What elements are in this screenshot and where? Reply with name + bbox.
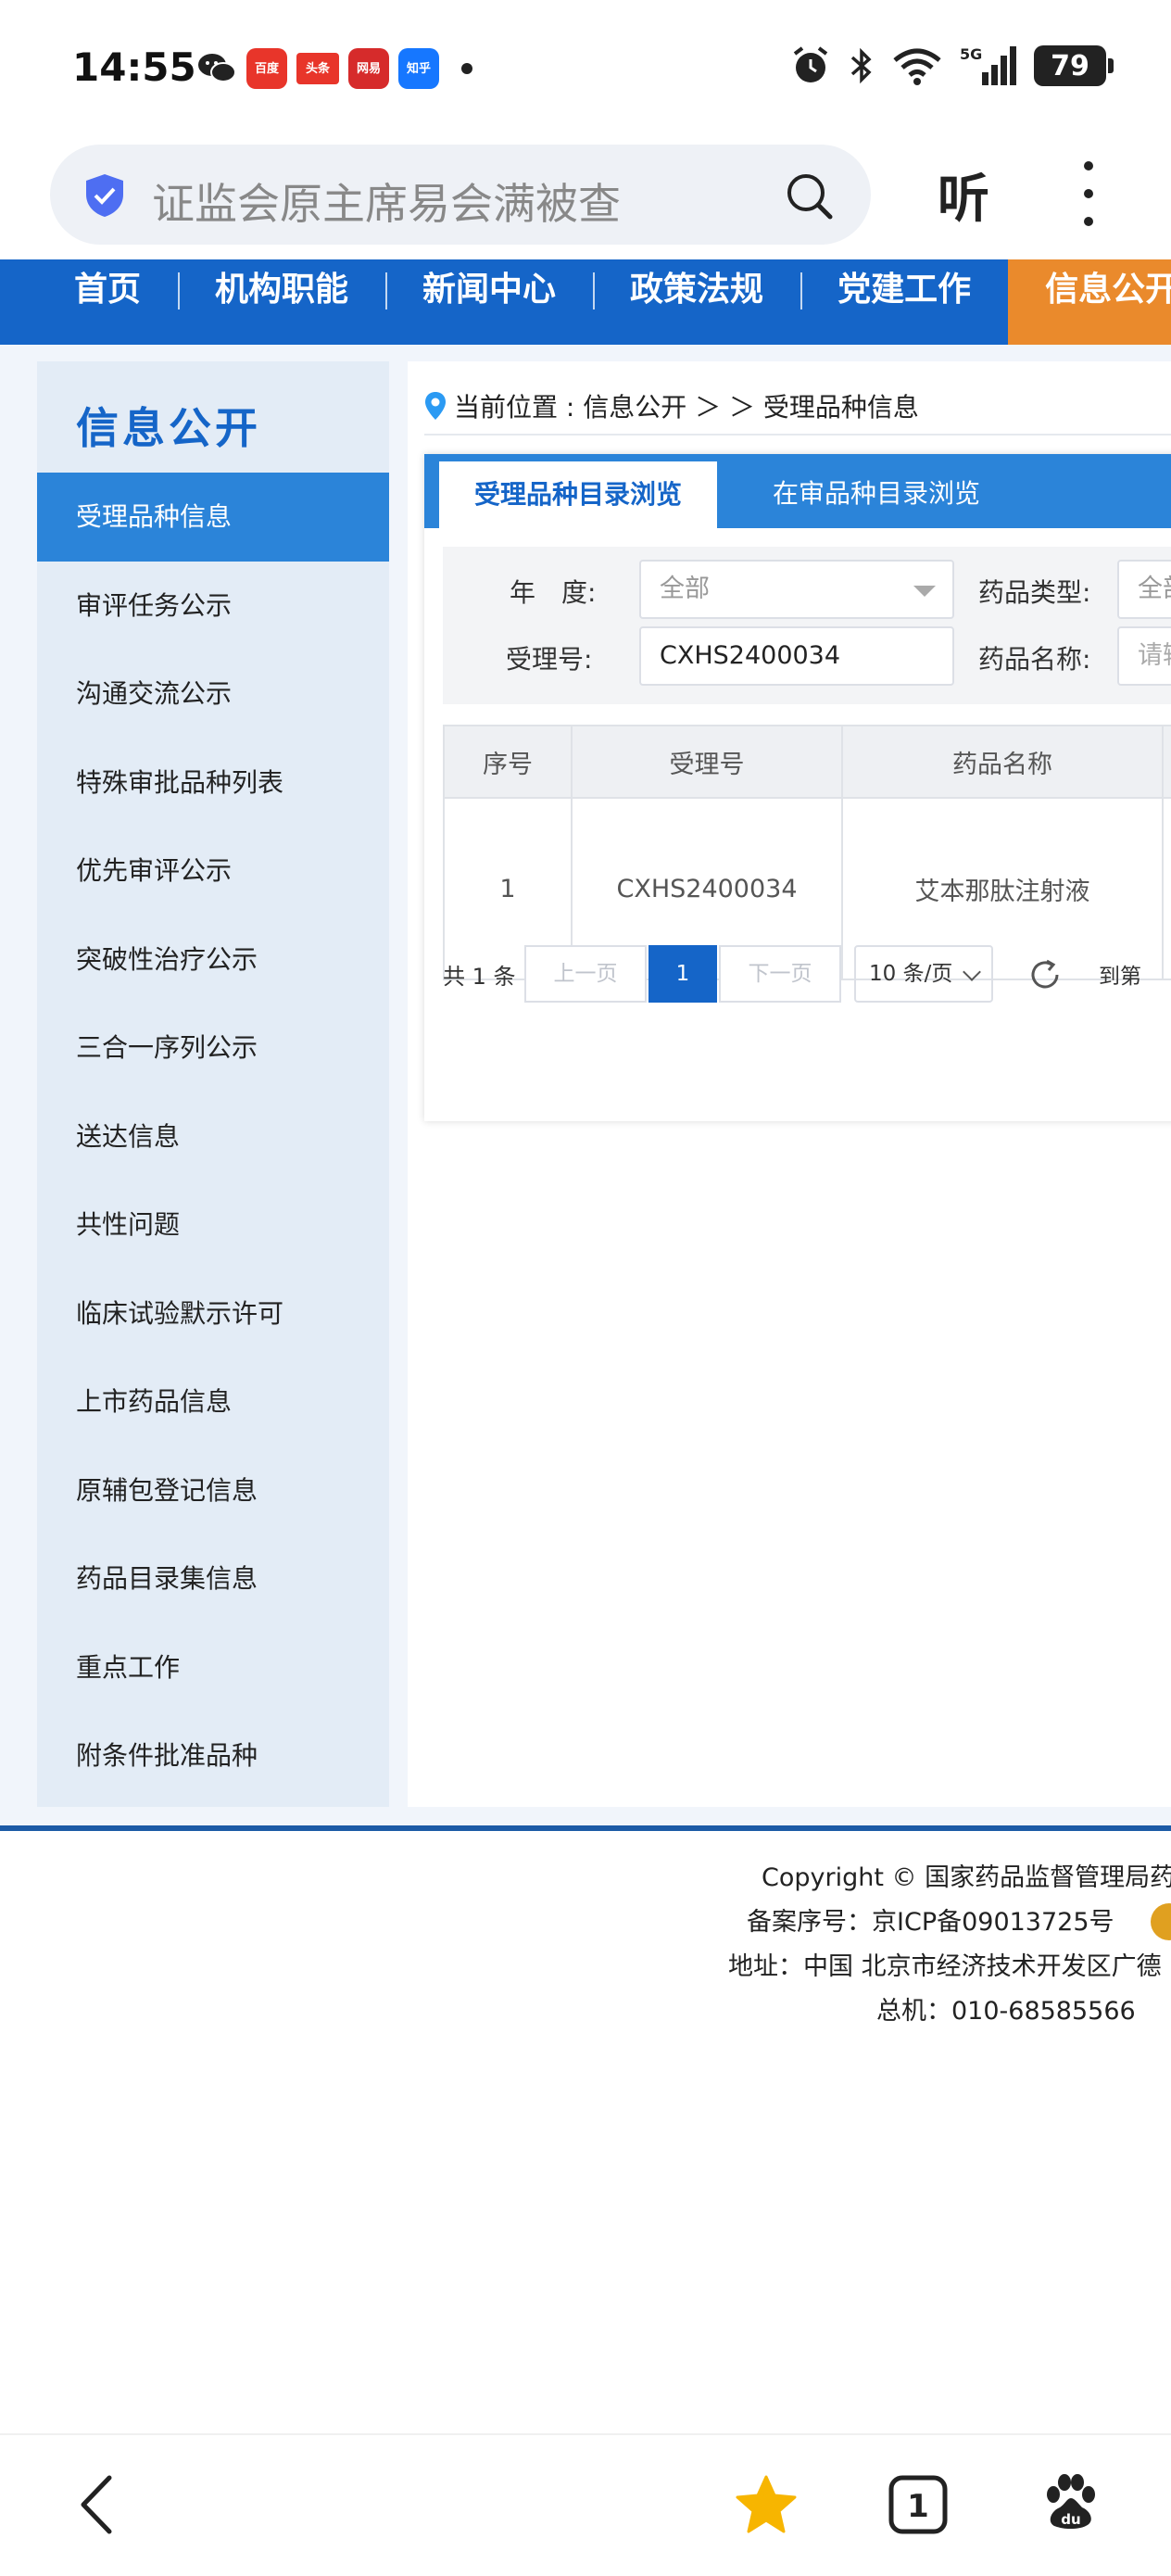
- breadcrumb-text: 当前位置 : 信息公开 ＞ ＞ 受理品种信息: [454, 392, 919, 423]
- drug-name-label: 药品名称:: [978, 644, 1091, 675]
- nav-item-organization[interactable]: 机构职能: [178, 259, 385, 345]
- page-size-select[interactable]: 10 条/页: [854, 945, 993, 1003]
- current-page-button[interactable]: 1: [648, 945, 717, 1003]
- status-bar: 14:55 百度 头条 网易 知乎 5G 79: [0, 0, 1171, 139]
- sidebar: 信息公开 受理品种信息 审评任务公示 沟通交流公示 特殊审批品种列表 优先审评公…: [37, 361, 389, 1807]
- system-icons: 5G 79: [789, 44, 1114, 87]
- main-content: 当前位置 : 信息公开 ＞ ＞ 受理品种信息 受理品种目录浏览 在审品种目录浏览…: [408, 361, 1171, 1807]
- sidebar-item-conditional-approval[interactable]: 附条件批准品种: [37, 1711, 389, 1800]
- caret-down-icon: [913, 586, 936, 597]
- location-pin-icon: [425, 392, 446, 420]
- sidebar-item-priority-review[interactable]: 优先审评公示: [37, 827, 389, 915]
- favorites-star-icon[interactable]: [734, 2472, 799, 2537]
- svg-text:du: du: [1061, 2511, 1080, 2528]
- refresh-icon[interactable]: [1026, 956, 1064, 993]
- tab-under-review-catalog[interactable]: 在审品种目录浏览: [737, 454, 1015, 528]
- breadcrumb: 当前位置 : 信息公开 ＞ ＞ 受理品种信息: [424, 387, 919, 424]
- table-header-row: 序号 受理号 药品名称: [443, 725, 1171, 799]
- browser-toolbar: 证监会原主席易会满被查 听: [0, 139, 1171, 259]
- tabs-count-icon[interactable]: 1: [886, 2472, 951, 2537]
- baidu-paw-icon[interactable]: du: [1038, 2472, 1102, 2537]
- sidebar-item-common-issues[interactable]: 共性问题: [37, 1181, 389, 1269]
- sidebar-item-accepted-varieties[interactable]: 受理品种信息: [37, 473, 389, 562]
- drug-name-input[interactable]: 请输: [1117, 626, 1171, 686]
- column-header-accept-no: 受理号: [571, 725, 843, 799]
- filter-form: 年 度: 全部 药品类型: 全部 受理号: CXHS2400034 药品名称: …: [443, 547, 1171, 704]
- toutiao-icon: 头条: [296, 53, 339, 84]
- nav-item-party[interactable]: 党建工作: [800, 259, 1008, 345]
- sidebar-item-communication[interactable]: 沟通交流公示: [37, 650, 389, 739]
- sidebar-item-clinical-trial[interactable]: 临床试验默示许可: [37, 1269, 389, 1358]
- drug-type-value: 全部: [1138, 575, 1171, 603]
- sidebar-item-three-in-one[interactable]: 三合一序列公示: [37, 1004, 389, 1092]
- address-bar[interactable]: 证监会原主席易会满被查: [50, 145, 871, 245]
- results-table: 序号 受理号 药品名称 1 CXHS2400034 艾本那肽注射液: [443, 725, 1171, 980]
- query-card: 受理品种目录浏览 在审品种目录浏览 年 度: 全部 药品类型: 全部 受理号: …: [424, 454, 1171, 1121]
- search-icon[interactable]: [782, 169, 837, 224]
- nav-item-policy[interactable]: 政策法规: [593, 259, 800, 345]
- nav-item-info-disclosure[interactable]: 信息公开: [1008, 259, 1171, 345]
- drug-type-label: 药品类型:: [978, 577, 1091, 608]
- site-navigation: 首页 机构职能 新闻中心 政策法规 党建工作 信息公开: [0, 259, 1171, 345]
- footer-icp[interactable]: 备案序号：京ICP备09013725号: [747, 1901, 1114, 1938]
- wifi-icon: [893, 48, 941, 85]
- address-text: 证监会原主席易会满被查: [152, 179, 621, 229]
- more-notifications-dot: [461, 63, 472, 74]
- sidebar-item-special-approval[interactable]: 特殊审批品种列表: [37, 739, 389, 827]
- year-select-value: 全部: [660, 575, 710, 603]
- back-arrow-icon[interactable]: [67, 2472, 132, 2537]
- footer: Copyright © 国家药品监督管理局药品 备案序号：京ICP备090137…: [0, 1831, 1171, 2433]
- battery-indicator: 79: [1034, 45, 1114, 86]
- sidebar-item-drug-catalog[interactable]: 药品目录集信息: [37, 1534, 389, 1623]
- breadcrumb-divider: [424, 434, 1171, 436]
- zhihu-icon: 知乎: [398, 48, 439, 89]
- column-header-overflow: [1162, 725, 1171, 799]
- wechat-icon: [196, 48, 237, 89]
- sidebar-item-review-tasks[interactable]: 审评任务公示: [37, 562, 389, 650]
- tab-bar: 受理品种目录浏览 在审品种目录浏览: [424, 454, 1171, 528]
- year-label: 年 度:: [510, 577, 597, 608]
- police-badge-icon: [1151, 1903, 1171, 1940]
- column-header-index: 序号: [443, 725, 573, 799]
- pagination: 共 1 条 上一页 1 下一页 10 条/页 到第: [443, 945, 1171, 1010]
- next-page-button[interactable]: 下一页: [719, 945, 841, 1003]
- status-time: 14:55: [72, 44, 196, 90]
- alarm-icon: [793, 46, 828, 82]
- goto-page-label: 到第: [1099, 965, 1141, 989]
- sidebar-item-marketed-drugs[interactable]: 上市药品信息: [37, 1357, 389, 1446]
- page-size-value: 10 条/页: [869, 962, 953, 986]
- prev-page-button[interactable]: 上一页: [524, 945, 647, 1003]
- browser-bottom-bar: 1 du: [0, 2433, 1171, 2576]
- footer-copyright: Copyright © 国家药品监督管理局药品: [762, 1863, 1171, 1892]
- nav-item-home[interactable]: 首页: [50, 259, 178, 345]
- accept-no-label: 受理号:: [506, 644, 593, 675]
- accept-no-input[interactable]: CXHS2400034: [639, 626, 954, 686]
- bluetooth-icon: [850, 47, 872, 84]
- query-panel: 受理品种目录浏览 在审品种目录浏览 年 度: 全部 药品类型: 全部 受理号: …: [424, 454, 1171, 1483]
- footer-phone: 总机：010-68585566: [876, 1997, 1136, 2026]
- column-header-drug-name: 药品名称: [841, 725, 1164, 799]
- netease-icon: 网易: [348, 48, 389, 89]
- nav-item-news[interactable]: 新闻中心: [385, 259, 593, 345]
- sidebar-item-breakthrough-therapy[interactable]: 突破性治疗公示: [37, 915, 389, 1004]
- notification-icons: 百度 头条 网易 知乎: [196, 48, 472, 89]
- pagination-total: 共 1 条: [443, 964, 516, 990]
- shield-icon: [86, 174, 123, 217]
- svg-text:5G: 5G: [960, 45, 982, 63]
- sidebar-item-key-work[interactable]: 重点工作: [37, 1623, 389, 1712]
- toutiao-search-icon: 百度: [246, 48, 287, 89]
- signal-5g-icon: 5G: [960, 45, 1016, 85]
- footer-address: 地址：中国 北京市经济技术开发区广德: [728, 1952, 1162, 1981]
- listen-button[interactable]: 听: [938, 158, 989, 233]
- chevron-down-icon: [963, 963, 981, 981]
- year-select[interactable]: 全部: [639, 560, 954, 619]
- svg-text:1: 1: [907, 2488, 929, 2525]
- sidebar-title: 信息公开: [76, 403, 261, 453]
- sidebar-item-delivery-info[interactable]: 送达信息: [37, 1092, 389, 1181]
- tab-accepted-catalog[interactable]: 受理品种目录浏览: [439, 461, 717, 528]
- sidebar-item-api-registration[interactable]: 原辅包登记信息: [37, 1446, 389, 1535]
- drug-type-select[interactable]: 全部: [1117, 560, 1171, 619]
- sidebar-menu: 受理品种信息 审评任务公示 沟通交流公示 特殊审批品种列表 优先审评公示 突破性…: [37, 473, 389, 1800]
- more-menu-icon[interactable]: [1075, 161, 1102, 226]
